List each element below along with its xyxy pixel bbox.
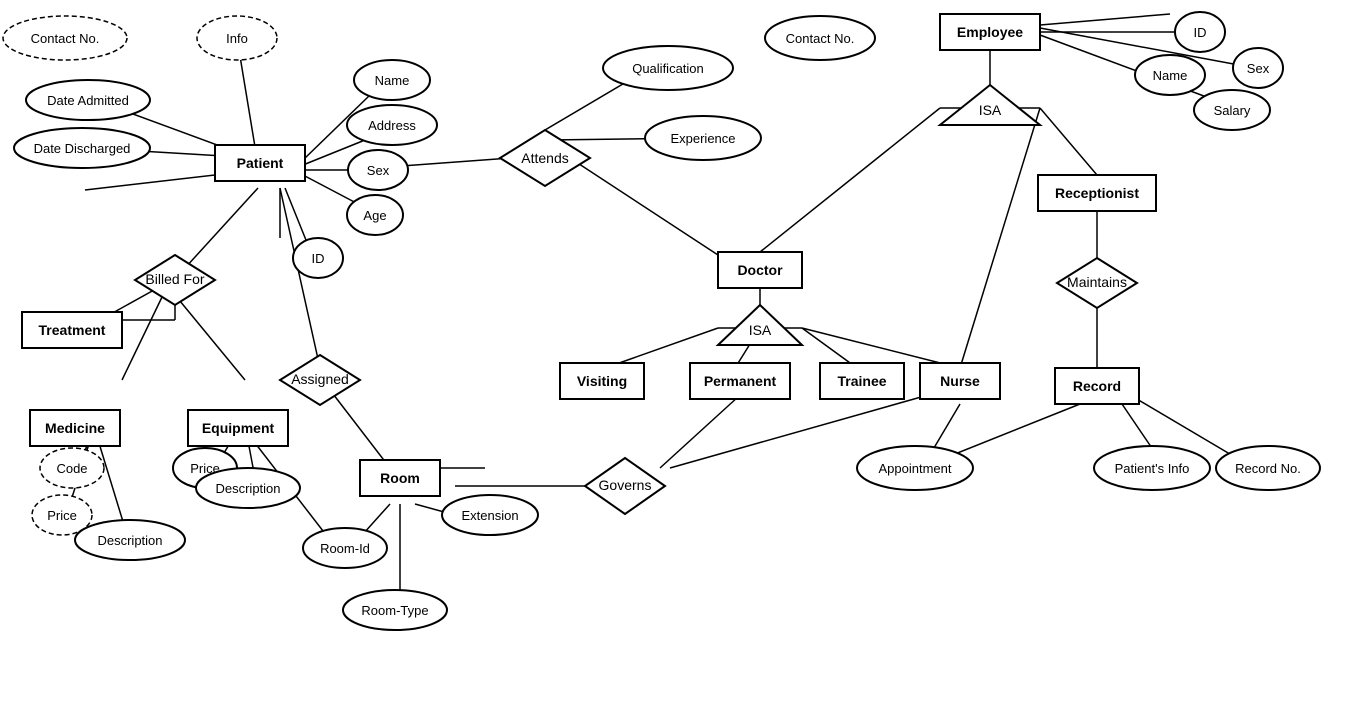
employee-label: Employee: [957, 24, 1023, 40]
medicine-label: Medicine: [45, 420, 105, 436]
address-attr: Address: [368, 118, 416, 133]
er-diagram: Contact No. Info Name Address Sex Age ID…: [0, 0, 1367, 703]
appointment-attr: Appointment: [879, 461, 952, 476]
record-no-attr: Record No.: [1235, 461, 1301, 476]
patients-info-attr: Patient's Info: [1115, 461, 1190, 476]
description-attr-medicine: Description: [97, 533, 162, 548]
record-label: Record: [1073, 378, 1121, 394]
experience-attr: Experience: [670, 131, 735, 146]
extension-attr: Extension: [461, 508, 518, 523]
visiting-label: Visiting: [577, 373, 627, 389]
trainee-label: Trainee: [837, 373, 886, 389]
nurse-label: Nurse: [940, 373, 980, 389]
doctor-label: Doctor: [737, 262, 783, 278]
name-attr-employee: Name: [1153, 68, 1188, 83]
isa-employee-rel: ISA: [979, 102, 1002, 118]
governs-rel: Governs: [599, 477, 652, 493]
id-attr-employee: ID: [1194, 25, 1207, 40]
billed-for-rel: Billed For: [145, 271, 204, 287]
permanent-label: Permanent: [704, 373, 777, 389]
patient-label: Patient: [237, 155, 284, 171]
date-discharged-attr: Date Discharged: [34, 141, 131, 156]
info-attr: Info: [226, 31, 248, 46]
description-attr-equipment: Description: [215, 481, 280, 496]
isa-doctor-rel: ISA: [749, 322, 772, 338]
qualification-attr: Qualification: [632, 61, 704, 76]
maintains-rel: Maintains: [1067, 274, 1127, 290]
date-admitted-attr: Date Admitted: [47, 93, 129, 108]
id-attr-patient: ID: [312, 251, 325, 266]
age-attr: Age: [363, 208, 386, 223]
treatment-label: Treatment: [39, 322, 106, 338]
attends-rel: Attends: [521, 150, 568, 166]
room-label: Room: [380, 470, 420, 486]
sex-attr-patient: Sex: [367, 163, 390, 178]
salary-attr: Salary: [1214, 103, 1251, 118]
room-id-attr: Room-Id: [320, 541, 370, 556]
contact-no-attr: Contact No.: [31, 31, 100, 46]
assigned-rel: Assigned: [291, 371, 349, 387]
room-type-attr: Room-Type: [361, 603, 428, 618]
name-attr-patient: Name: [375, 73, 410, 88]
receptionist-label: Receptionist: [1055, 185, 1139, 201]
equipment-label: Equipment: [202, 420, 275, 436]
contact-no-employee-attr: Contact No.: [786, 31, 855, 46]
sex-attr-employee: Sex: [1247, 61, 1270, 76]
code-attr: Code: [56, 461, 87, 476]
price-attr-medicine: Price: [47, 508, 77, 523]
